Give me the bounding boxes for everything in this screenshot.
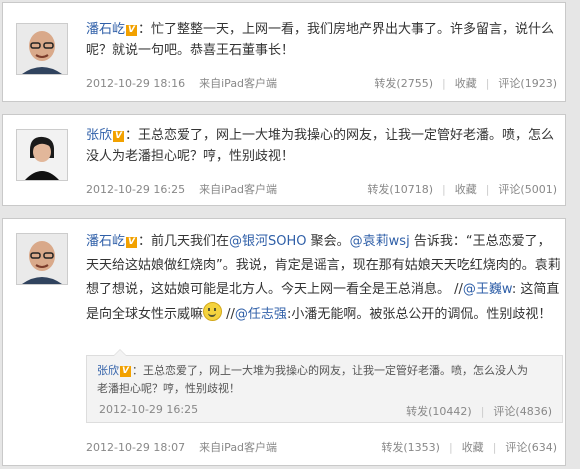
quoted-post: 张欣 V ：王总恋爱了，网上一大堆为我操心的网友，让我一定管好老潘。喷，怎么没人为老…	[86, 349, 563, 423]
post-text: 潘石屹 V ：前几天我们在@银河SOHO 聚会。@袁莉wsj 告诉我：“王总恋爱了，…	[86, 230, 561, 327]
repost-button[interactable]: 转发(1353)	[381, 439, 440, 455]
post-body-part: ：前几天我们在	[138, 234, 230, 249]
quoted-comment-button[interactable]: 评论(4836)	[493, 405, 552, 418]
smiley-icon	[203, 302, 223, 321]
post-time[interactable]: 2012-10-29 18:07	[86, 441, 185, 454]
verified-badge-icon: V	[126, 25, 138, 36]
post-body: ：忙了整整一天，上网一看，我们房地产界出大事了。许多留言，说什么呢？就说一句吧。…	[86, 22, 555, 58]
repost-button[interactable]: 转发(2755)	[374, 75, 433, 91]
avatar[interactable]	[16, 233, 68, 285]
mention-link[interactable]: @袁莉wsj	[350, 234, 410, 249]
post-text: 潘石屹 V ：忙了整整一天，上网一看，我们房地产界出大事了。许多留言，说什么呢？就说…	[86, 19, 561, 61]
weibo-post: 张欣 V ：王总恋爱了，网上一大堆为我操心的网友，让我一定管好老潘。喷，怎么没人为老…	[2, 114, 566, 206]
post-body-part: //	[222, 307, 235, 322]
verified-badge-icon: V	[120, 366, 131, 377]
divider: |	[441, 183, 446, 196]
post-body: ：王总恋爱了，网上一大堆为我操心的网友，让我一定管好老潘。喷，怎么没人为老潘担心…	[86, 128, 555, 164]
avatar[interactable]	[16, 23, 68, 75]
post-footer: 2012-10-29 16:25 来自iPad客户端 转发(10718) | 收藏 | 评…	[86, 181, 557, 197]
post-source[interactable]: 来自iPad客户端	[199, 183, 277, 196]
weibo-post: 潘石屹 V ：前几天我们在@银河SOHO 聚会。@袁莉wsj 告诉我：“王总恋爱了，…	[2, 218, 566, 466]
verified-badge-icon: V	[113, 131, 125, 142]
quoted-repost-button[interactable]: 转发(10442)	[406, 405, 472, 418]
mention-link[interactable]: @王巍w	[463, 282, 512, 297]
quoted-time[interactable]: 2012-10-29 16:25	[99, 403, 198, 416]
author-name[interactable]: 张欣	[86, 128, 112, 143]
quoted-author[interactable]: 张欣	[97, 364, 119, 377]
comment-button[interactable]: 评论(634)	[505, 439, 557, 455]
quoted-text: 张欣 V ：王总恋爱了，网上一大堆为我操心的网友，让我一定管好老潘。喷，怎么没人为老…	[97, 362, 537, 398]
favorite-button[interactable]: 收藏	[455, 181, 477, 197]
divider: |	[485, 77, 490, 90]
divider: |	[480, 405, 485, 418]
author-name[interactable]: 潘石屹	[86, 234, 125, 249]
comment-button[interactable]: 评论(1923)	[498, 75, 557, 91]
post-source[interactable]: 来自iPad客户端	[199, 441, 277, 454]
repost-button[interactable]: 转发(10718)	[367, 181, 433, 197]
post-text: 张欣 V ：王总恋爱了，网上一大堆为我操心的网友，让我一定管好老潘。喷，怎么没人为老…	[86, 125, 561, 167]
divider: |	[448, 441, 453, 454]
quoted-body: ：王总恋爱了，网上一大堆为我操心的网友，让我一定管好老潘。喷，怎么没人为老潘担心…	[97, 364, 528, 395]
avatar[interactable]	[16, 129, 68, 181]
post-time[interactable]: 2012-10-29 18:16	[86, 77, 185, 90]
post-body-part: 聚会。	[306, 234, 350, 249]
favorite-button[interactable]: 收藏	[455, 75, 477, 91]
weibo-post: 潘石屹 V ：忙了整整一天，上网一看，我们房地产界出大事了。许多留言，说什么呢？就说…	[2, 2, 566, 102]
post-source[interactable]: 来自iPad客户端	[199, 77, 277, 90]
author-name[interactable]: 潘石屹	[86, 22, 125, 37]
divider: |	[492, 441, 497, 454]
quote-arrow	[113, 349, 127, 356]
divider: |	[485, 183, 490, 196]
post-footer: 2012-10-29 18:07 来自iPad客户端 转发(1353) | 收藏 | 评论…	[86, 439, 557, 455]
post-body-part: :小潘无能啊。被张总公开的调侃。性别歧视！	[286, 307, 552, 322]
mention-link[interactable]: @银河SOHO	[229, 234, 307, 249]
favorite-button[interactable]: 收藏	[462, 439, 484, 455]
divider: |	[441, 77, 446, 90]
post-footer: 2012-10-29 18:16 来自iPad客户端 转发(2755) | 收藏 | 评论…	[86, 75, 557, 91]
post-time[interactable]: 2012-10-29 16:25	[86, 183, 185, 196]
mention-link[interactable]: @任志强	[235, 307, 287, 322]
comment-button[interactable]: 评论(5001)	[498, 181, 557, 197]
verified-badge-icon: V	[126, 237, 138, 248]
